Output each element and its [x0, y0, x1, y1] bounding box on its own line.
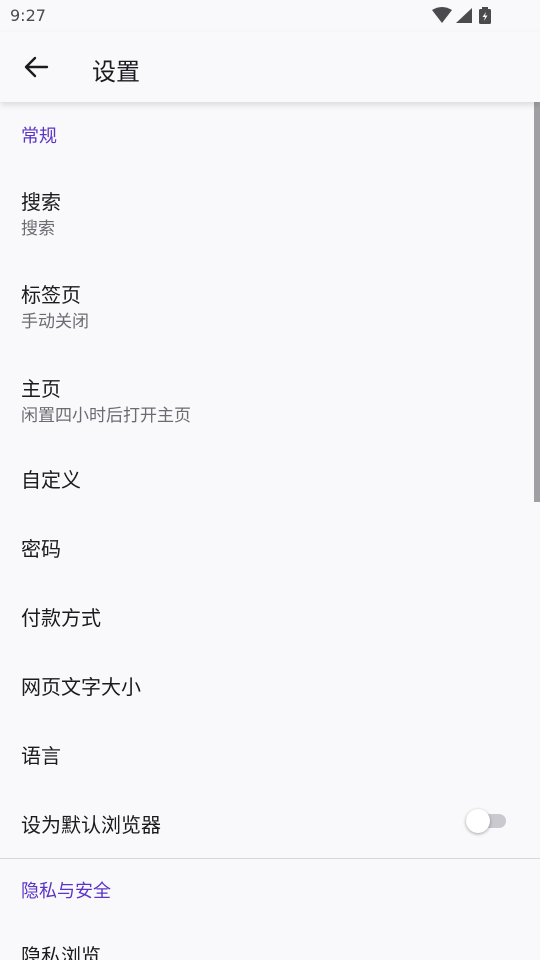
section-header-privacy: 隐私与安全 [21, 881, 111, 902]
wifi-icon [432, 7, 452, 23]
settings-item-tabs[interactable]: 标签页 手动关闭 [0, 267, 530, 337]
item-title: 隐私浏览 [21, 944, 101, 960]
app-bar: 设置 [0, 32, 540, 102]
settings-item-customize[interactable]: 自定义 [0, 452, 530, 502]
item-title: 自定义 [21, 468, 81, 492]
default-browser-toggle[interactable] [466, 809, 506, 833]
item-title: 付款方式 [21, 606, 101, 630]
page-title: 设置 [92, 58, 140, 86]
item-subtitle: 闲置四小时后打开主页 [21, 406, 191, 426]
status-bar: 9:27 [0, 0, 540, 32]
item-title: 搜索 [21, 190, 61, 214]
cellular-signal-icon [456, 8, 472, 23]
item-title: 语言 [21, 744, 61, 768]
section-header-general: 常规 [21, 126, 57, 147]
battery-charging-icon [479, 7, 491, 24]
section-divider [0, 858, 540, 859]
settings-list[interactable]: 常规 搜索 搜索 标签页 手动关闭 主页 闲置四小时后打开主页 自定义 密码 付… [0, 102, 540, 960]
settings-item-text-size[interactable]: 网页文字大小 [0, 659, 530, 709]
settings-item-passwords[interactable]: 密码 [0, 521, 530, 571]
item-title: 密码 [21, 537, 61, 561]
back-button[interactable] [10, 41, 62, 93]
item-title: 设为默认浏览器 [21, 813, 161, 837]
settings-item-search[interactable]: 搜索 搜索 [0, 174, 530, 244]
item-title: 标签页 [21, 283, 81, 307]
scrollbar[interactable] [534, 102, 540, 502]
settings-item-payment-methods[interactable]: 付款方式 [0, 590, 530, 640]
toggle-thumb [466, 809, 490, 833]
settings-item-language[interactable]: 语言 [0, 728, 530, 778]
settings-item-default-browser[interactable]: 设为默认浏览器 [0, 797, 530, 847]
item-subtitle: 手动关闭 [21, 312, 89, 332]
settings-item-homepage[interactable]: 主页 闲置四小时后打开主页 [0, 361, 530, 431]
status-time: 9:27 [10, 6, 46, 25]
item-title: 网页文字大小 [21, 675, 141, 699]
status-icons [430, 6, 510, 26]
settings-item-private-browsing[interactable]: 隐私浏览 [0, 928, 530, 960]
item-title: 主页 [21, 377, 61, 401]
arrow-left-icon [24, 56, 49, 78]
item-subtitle: 搜索 [21, 219, 55, 239]
